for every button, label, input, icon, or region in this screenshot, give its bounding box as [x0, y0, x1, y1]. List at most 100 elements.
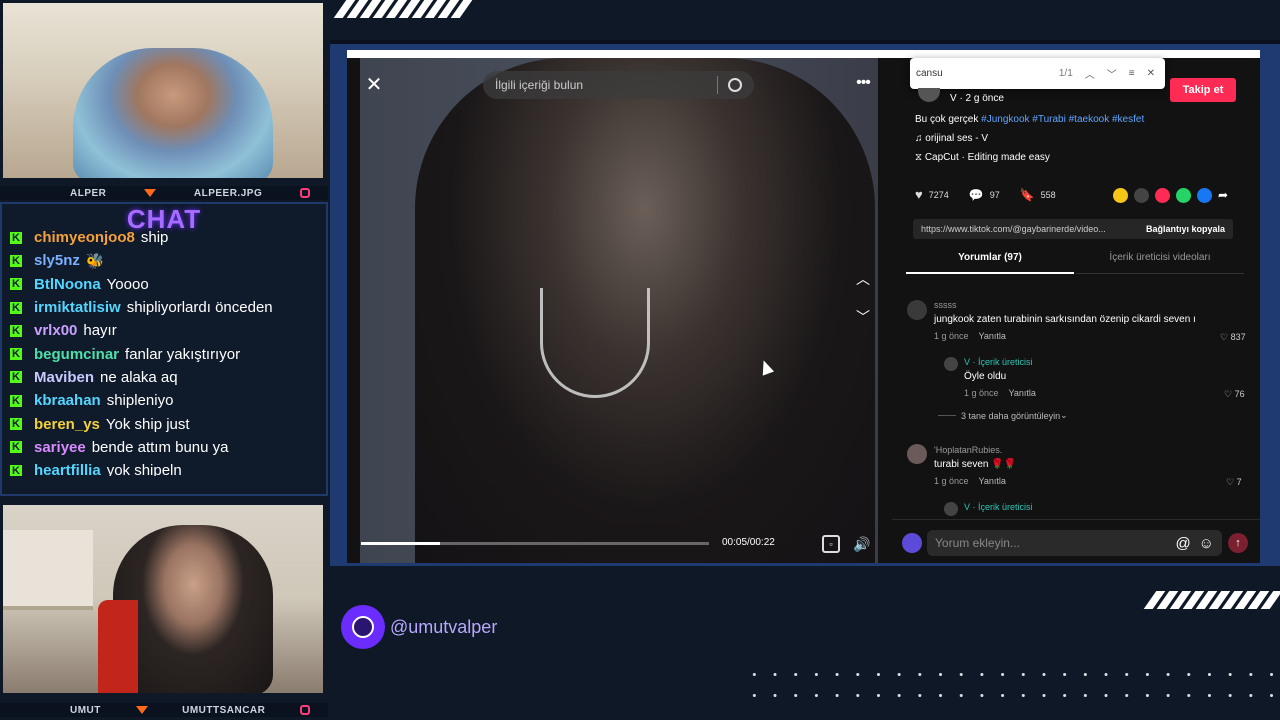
emoji-share-icon[interactable]: [1113, 188, 1128, 203]
gaming-chair: [98, 600, 138, 693]
decor-stripes-top: [333, 0, 473, 18]
chat-messages: Kchimyeonjoo8 ship Ksly5nz 🐝 K BtlNoona Yoooo K…: [2, 226, 326, 476]
find-input[interactable]: cansu: [916, 68, 1059, 79]
video-progress-fill: [361, 542, 440, 545]
stats-row: ♥ 7274 💬 97 🔖 558: [915, 187, 1056, 202]
mini-player-icon[interactable]: ▫: [822, 535, 840, 553]
browser-topbar: [347, 50, 1260, 58]
sound-row[interactable]: ♫ orijinal ses - V: [915, 133, 988, 144]
kick-icon: K: [10, 231, 22, 244]
reply-user[interactable]: V · İçerik üreticisi: [964, 502, 1033, 512]
comment-likes[interactable]: ♡ 7: [1226, 477, 1242, 488]
reply-button[interactable]: Yanıtla: [979, 331, 1006, 341]
comments-count: 97: [989, 189, 1000, 200]
chat-text: shipleniyo: [106, 392, 174, 410]
reply-user[interactable]: V · İçerik üreticisi: [964, 357, 1033, 367]
author-meta: V · 2 g önce: [950, 93, 1004, 104]
share-row: ➦: [1113, 188, 1228, 203]
tab-comments[interactable]: Yorumlar (97): [906, 252, 1074, 274]
whatsapp-icon[interactable]: [1176, 188, 1191, 203]
video-player[interactable]: [360, 58, 878, 563]
find-options-icon[interactable]: ≡: [1129, 68, 1135, 79]
comment-placeholder: Yorum ekleyin...: [935, 536, 1020, 550]
comment-user[interactable]: sssss: [934, 300, 957, 310]
tab-creator-videos[interactable]: İçerik üreticisi videoları: [1076, 252, 1244, 274]
chat-message: K Maviben ne alaka aq: [2, 366, 326, 389]
view-more-label: 3 tane daha görüntüleyin: [961, 410, 1061, 421]
reply-avatar[interactable]: [944, 357, 958, 371]
chat-text: 🐝: [85, 252, 105, 270]
decor-dot-grid: [744, 664, 1280, 706]
next-video-icon[interactable]: ﹀: [853, 308, 873, 326]
divider-line: [938, 415, 956, 416]
comment-input[interactable]: Yorum ekleyin... @ ☺: [927, 530, 1222, 556]
globe-inner: [352, 616, 374, 638]
embed-icon[interactable]: [1134, 188, 1149, 203]
necklace: [540, 288, 650, 398]
search-icon[interactable]: [728, 78, 742, 92]
comment-avatar[interactable]: [907, 300, 927, 320]
close-icon[interactable]: ✕: [364, 74, 384, 96]
reply-button[interactable]: Yanıtla: [979, 476, 1006, 486]
chat-text: shipliyorlardı önceden: [126, 299, 273, 317]
bookmark-icon[interactable]: 🔖: [1020, 188, 1035, 202]
chat-username: begumcinar: [34, 345, 120, 363]
search-divider: [717, 76, 718, 94]
chat-text: bende attım bunu ya: [91, 438, 229, 456]
kick-icon: K: [10, 348, 22, 361]
chat-username: irmiktatlisiw: [34, 299, 121, 317]
kick-icon: K: [10, 441, 22, 454]
reply-meta-row: 1 g önce Yanıtla: [964, 388, 1036, 398]
find-close-icon[interactable]: ✕: [1147, 68, 1155, 79]
post-hashtags[interactable]: #Jungkook #Turabi #taekook #kesfet: [981, 114, 1144, 125]
view-more-replies[interactable]: 3 tane daha görüntüleyin ⌄: [938, 410, 1068, 421]
capcut-row[interactable]: ⧖ CapCut · Editing made easy: [915, 152, 1050, 163]
send-icon[interactable]: [1155, 188, 1170, 203]
chat-message: Ksly5nz 🐝: [2, 249, 326, 272]
follow-button[interactable]: Takip et: [1170, 78, 1236, 102]
heart-outline-icon: ♡: [1220, 332, 1231, 342]
cam-name-left: ALPER: [70, 187, 107, 199]
kick-icon: K: [10, 464, 22, 476]
heart-icon[interactable]: ♥: [915, 187, 923, 202]
comment-time: 1 g önce: [934, 331, 969, 341]
share-arrow-icon[interactable]: ➦: [1218, 188, 1228, 203]
reply-text: Öyle oldu: [964, 371, 1007, 382]
previous-video-icon[interactable]: ︿: [853, 270, 873, 288]
chat-message: Kbegumcinar fanlar yakıştırıyor: [2, 342, 326, 365]
find-bar: cansu 1/1 ︿ ﹀ ≡ ✕: [910, 58, 1165, 89]
comment-avatar[interactable]: [907, 444, 927, 464]
chat-message: K BtlNoona Yoooo: [2, 273, 326, 296]
find-next-icon[interactable]: ﹀: [1107, 66, 1117, 81]
video-progress-track[interactable]: [361, 542, 709, 545]
facebook-icon[interactable]: [1197, 188, 1212, 203]
like-count: 76: [1234, 389, 1245, 399]
emoji-icon[interactable]: ☺: [1199, 535, 1214, 552]
comment-icon[interactable]: 💬: [969, 188, 984, 202]
reply-likes[interactable]: ♡ 76: [1224, 389, 1245, 400]
globe-icon: [341, 605, 385, 649]
search-input[interactable]: İlgili içeriği bulun: [483, 71, 754, 99]
chat-text: Yok ship just: [105, 415, 190, 433]
chat-text: hayır: [83, 322, 117, 340]
kick-icon: K: [10, 418, 22, 431]
reply-button[interactable]: Yanıtla: [1009, 388, 1036, 398]
kick-icon: K: [10, 324, 22, 337]
cam-name-left: UMUT: [70, 704, 101, 716]
mention-icon[interactable]: @: [1175, 535, 1190, 552]
saves-count: 558: [1040, 189, 1056, 200]
reply-avatar[interactable]: [944, 502, 958, 516]
copy-link-button[interactable]: Bağlantıyı kopyala: [1138, 224, 1233, 234]
chat-panel: CHAT Kchimyeonjoo8 ship Ksly5nz 🐝 K BtlNoona Y…: [0, 202, 328, 496]
find-prev-icon[interactable]: ︿: [1085, 66, 1095, 81]
more-options-icon[interactable]: •••: [853, 74, 873, 91]
volume-icon[interactable]: 🔊: [852, 534, 872, 554]
chat-text: yok shipeln: [106, 462, 182, 476]
chat-username: beren_ys: [34, 415, 100, 433]
chat-message: Kvrlx00 hayır: [2, 319, 326, 342]
comment-user[interactable]: 'HoplatanRubies.: [934, 445, 1002, 455]
user-avatar[interactable]: [902, 533, 922, 553]
comment-likes[interactable]: ♡ 837: [1220, 332, 1246, 343]
send-comment-button[interactable]: ↑: [1228, 533, 1248, 553]
post-link[interactable]: https://www.tiktok.com/@gaybarinerde/vid…: [913, 224, 1138, 234]
